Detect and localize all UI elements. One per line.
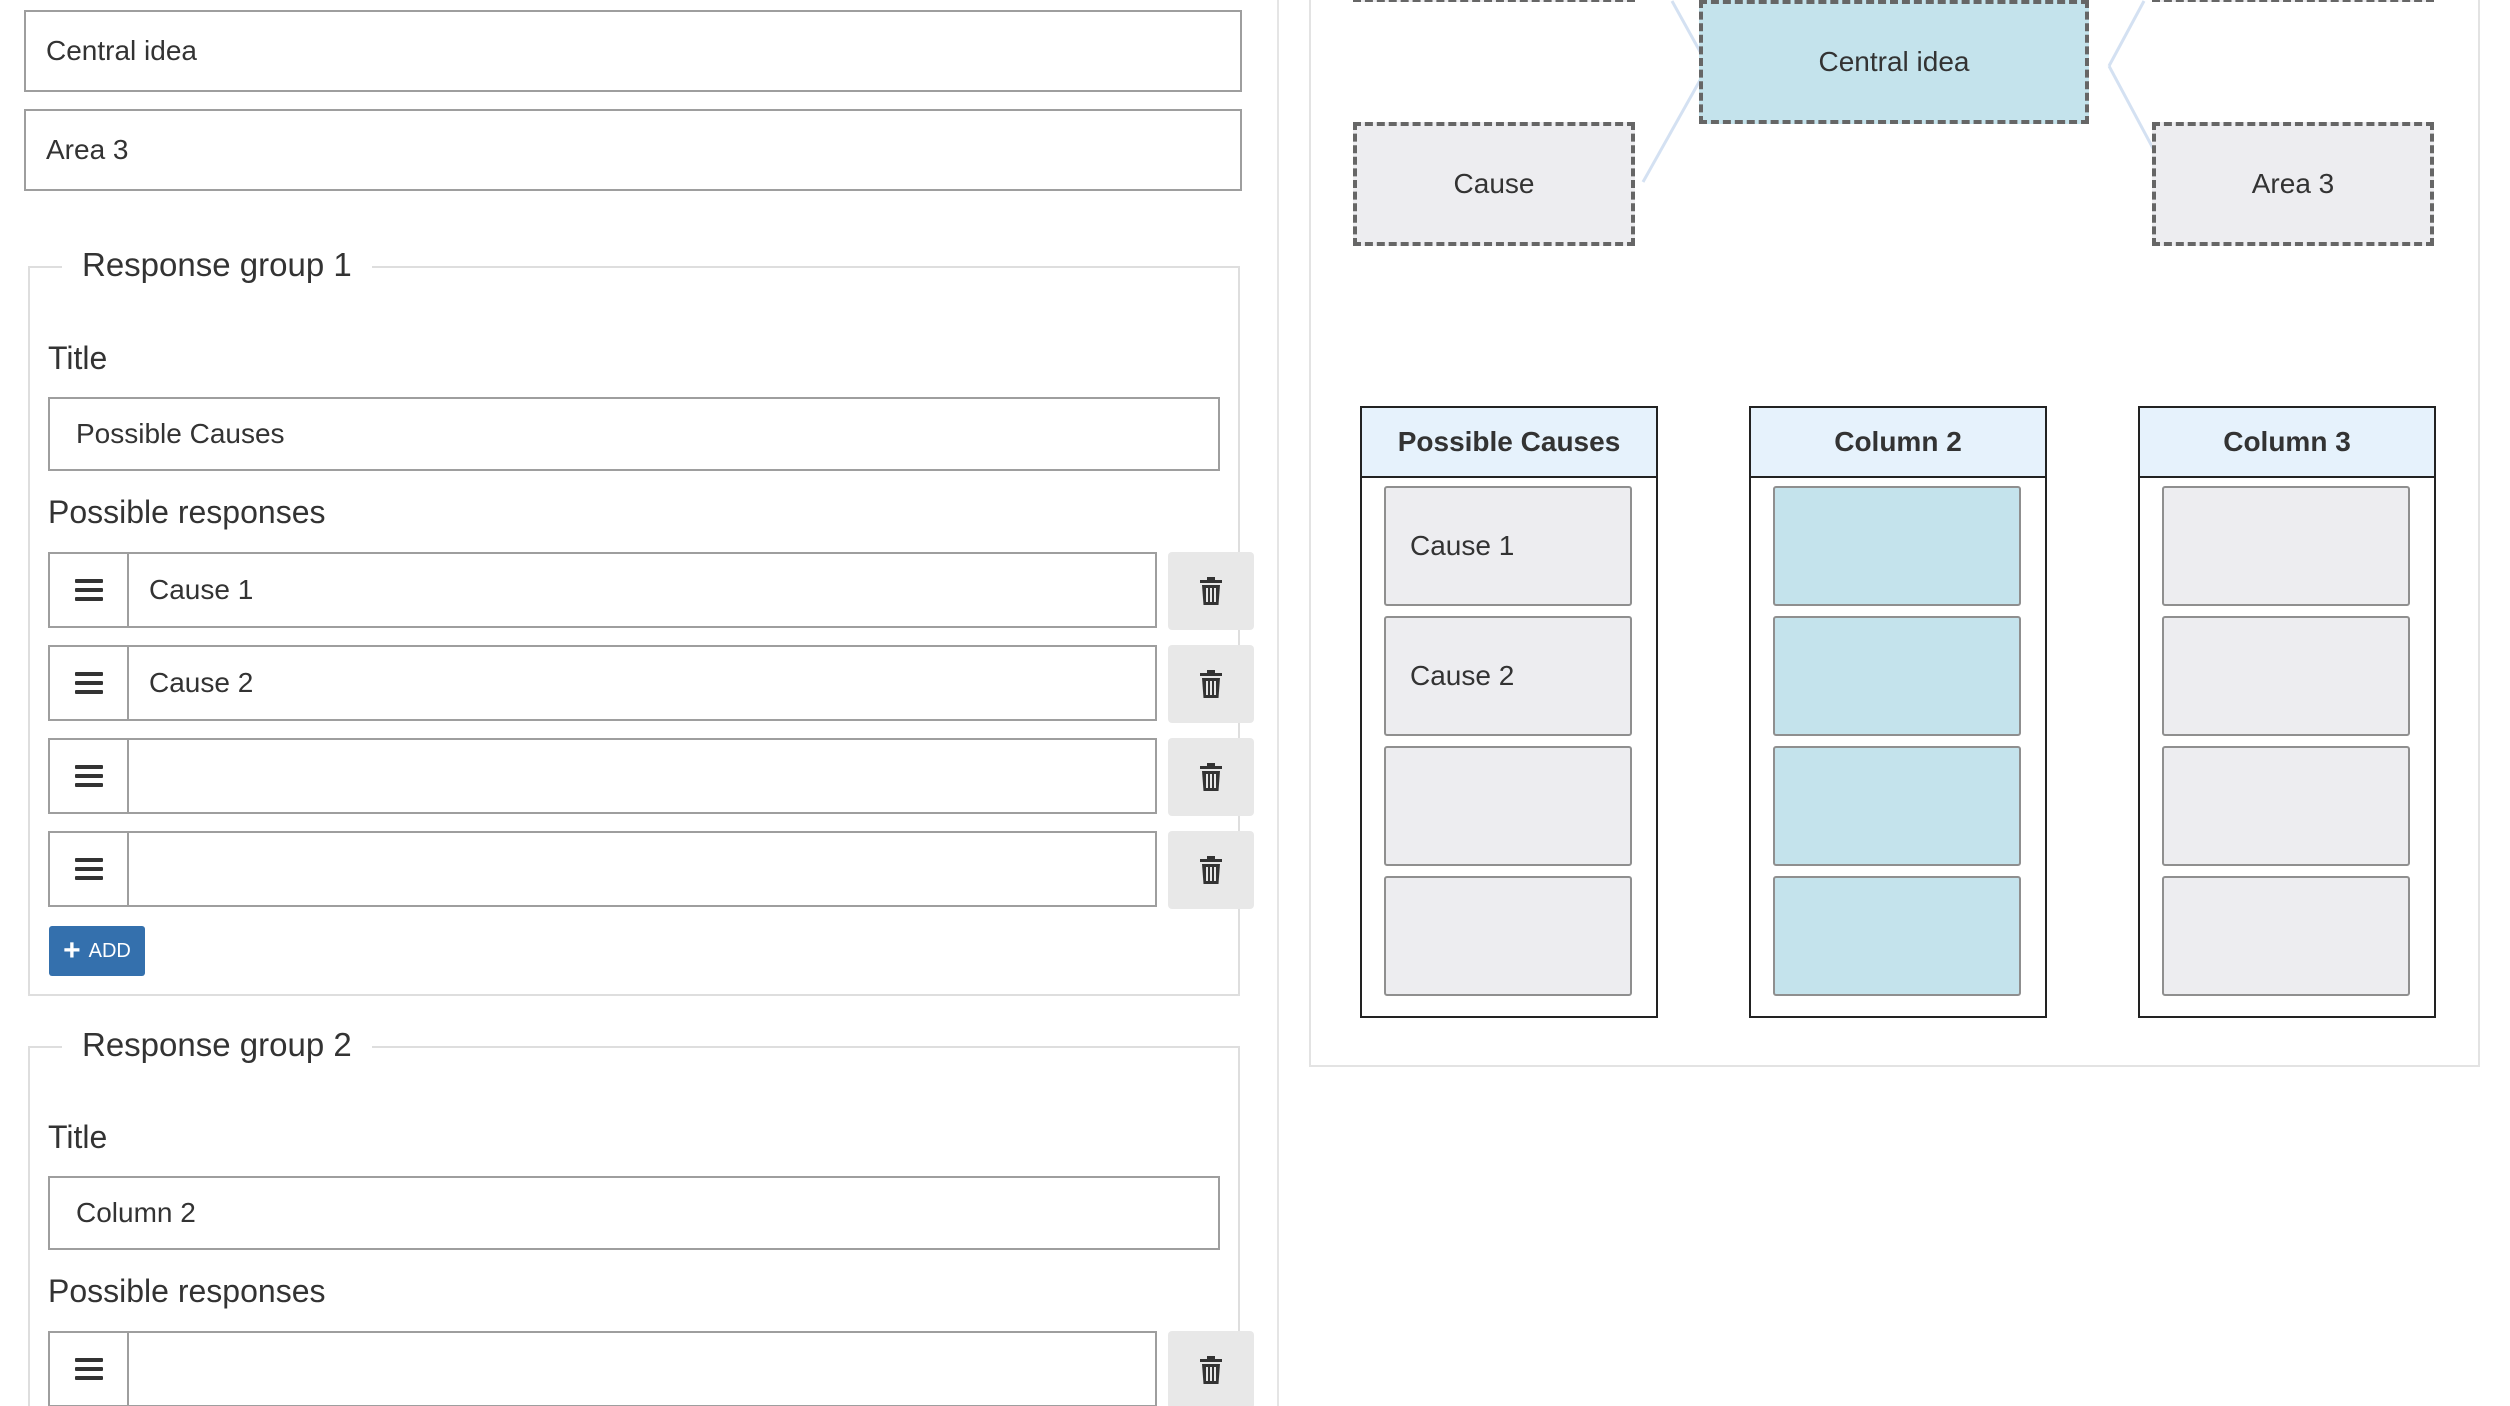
delete-button[interactable] bbox=[1168, 645, 1254, 723]
column-header: Possible Causes bbox=[1362, 408, 1656, 478]
group-1-title-label: Title bbox=[48, 340, 108, 376]
response-column: Possible Causes Cause 1 Cause 2 bbox=[1360, 406, 1658, 1018]
response-input[interactable] bbox=[127, 738, 1157, 814]
response-input[interactable]: Cause 1 bbox=[127, 552, 1157, 628]
response-cell[interactable]: Cause 2 bbox=[1384, 616, 1632, 736]
group-1-title-input[interactable]: Possible Causes bbox=[48, 397, 1220, 471]
mindmap-node-partial[interactable] bbox=[1353, 0, 1635, 2]
column-header: Column 2 bbox=[1751, 408, 2045, 478]
trash-icon bbox=[1200, 670, 1222, 698]
group-2-title-input[interactable]: Column 2 bbox=[48, 1176, 1220, 1250]
trash-icon bbox=[1200, 856, 1222, 884]
response-cell[interactable] bbox=[2162, 486, 2410, 606]
plus-icon: + bbox=[63, 934, 81, 967]
central-idea-field[interactable]: Central idea bbox=[24, 10, 1242, 92]
trash-icon bbox=[1200, 763, 1222, 791]
trash-icon bbox=[1200, 577, 1222, 605]
delete-button[interactable] bbox=[1168, 738, 1254, 816]
response-cell[interactable] bbox=[2162, 876, 2410, 996]
drag-handle-icon[interactable] bbox=[48, 552, 128, 628]
response-input[interactable] bbox=[127, 831, 1157, 907]
area-3-node[interactable]: Area 3 bbox=[2152, 122, 2434, 246]
response-column: Column 3 bbox=[2138, 406, 2436, 1018]
central-idea-node[interactable]: Central idea bbox=[1699, 0, 2089, 124]
column-header: Column 3 bbox=[2140, 408, 2434, 478]
drag-handle-icon[interactable] bbox=[48, 738, 128, 814]
cause-node[interactable]: Cause bbox=[1353, 122, 1635, 246]
drag-handle-icon[interactable] bbox=[48, 1331, 128, 1406]
editor-panel: Central idea Area 3 Response group 1 Tit… bbox=[0, 0, 1265, 1406]
response-cell[interactable] bbox=[1384, 746, 1632, 866]
delete-button[interactable] bbox=[1168, 552, 1254, 630]
group-2-title-label: Title bbox=[48, 1119, 108, 1155]
response-cell[interactable] bbox=[1773, 746, 2021, 866]
graphic-organizer-preview: Central idea Cause Area 3 Possible Cause… bbox=[1309, 0, 2480, 1067]
response-cell[interactable] bbox=[1773, 876, 2021, 996]
response-cell[interactable] bbox=[1384, 876, 1632, 996]
response-input[interactable]: Cause 2 bbox=[127, 645, 1157, 721]
response-group-2-legend: Response group 2 bbox=[62, 1026, 372, 1064]
drag-handle-icon[interactable] bbox=[48, 831, 128, 907]
response-cell[interactable] bbox=[2162, 616, 2410, 736]
add-button-label: ADD bbox=[88, 939, 131, 962]
response-column: Column 2 bbox=[1749, 406, 2047, 1018]
delete-button[interactable] bbox=[1168, 831, 1254, 909]
response-cell[interactable] bbox=[2162, 746, 2410, 866]
delete-button[interactable] bbox=[1168, 1331, 1254, 1406]
drag-handle-icon[interactable] bbox=[48, 645, 128, 721]
group-1-responses-label: Possible responses bbox=[48, 494, 326, 530]
response-cell[interactable]: Cause 1 bbox=[1384, 486, 1632, 606]
group-2-responses-label: Possible responses bbox=[48, 1273, 326, 1309]
panel-divider bbox=[1277, 0, 1279, 1406]
response-input[interactable] bbox=[127, 1331, 1157, 1406]
response-cell[interactable] bbox=[1773, 486, 2021, 606]
area-3-field[interactable]: Area 3 bbox=[24, 109, 1242, 191]
response-cell[interactable] bbox=[1773, 616, 2021, 736]
mindmap-node-partial[interactable] bbox=[2152, 0, 2434, 2]
add-response-button[interactable]: + ADD bbox=[49, 926, 145, 976]
trash-icon bbox=[1200, 1356, 1222, 1384]
response-group-1-legend: Response group 1 bbox=[62, 246, 372, 284]
